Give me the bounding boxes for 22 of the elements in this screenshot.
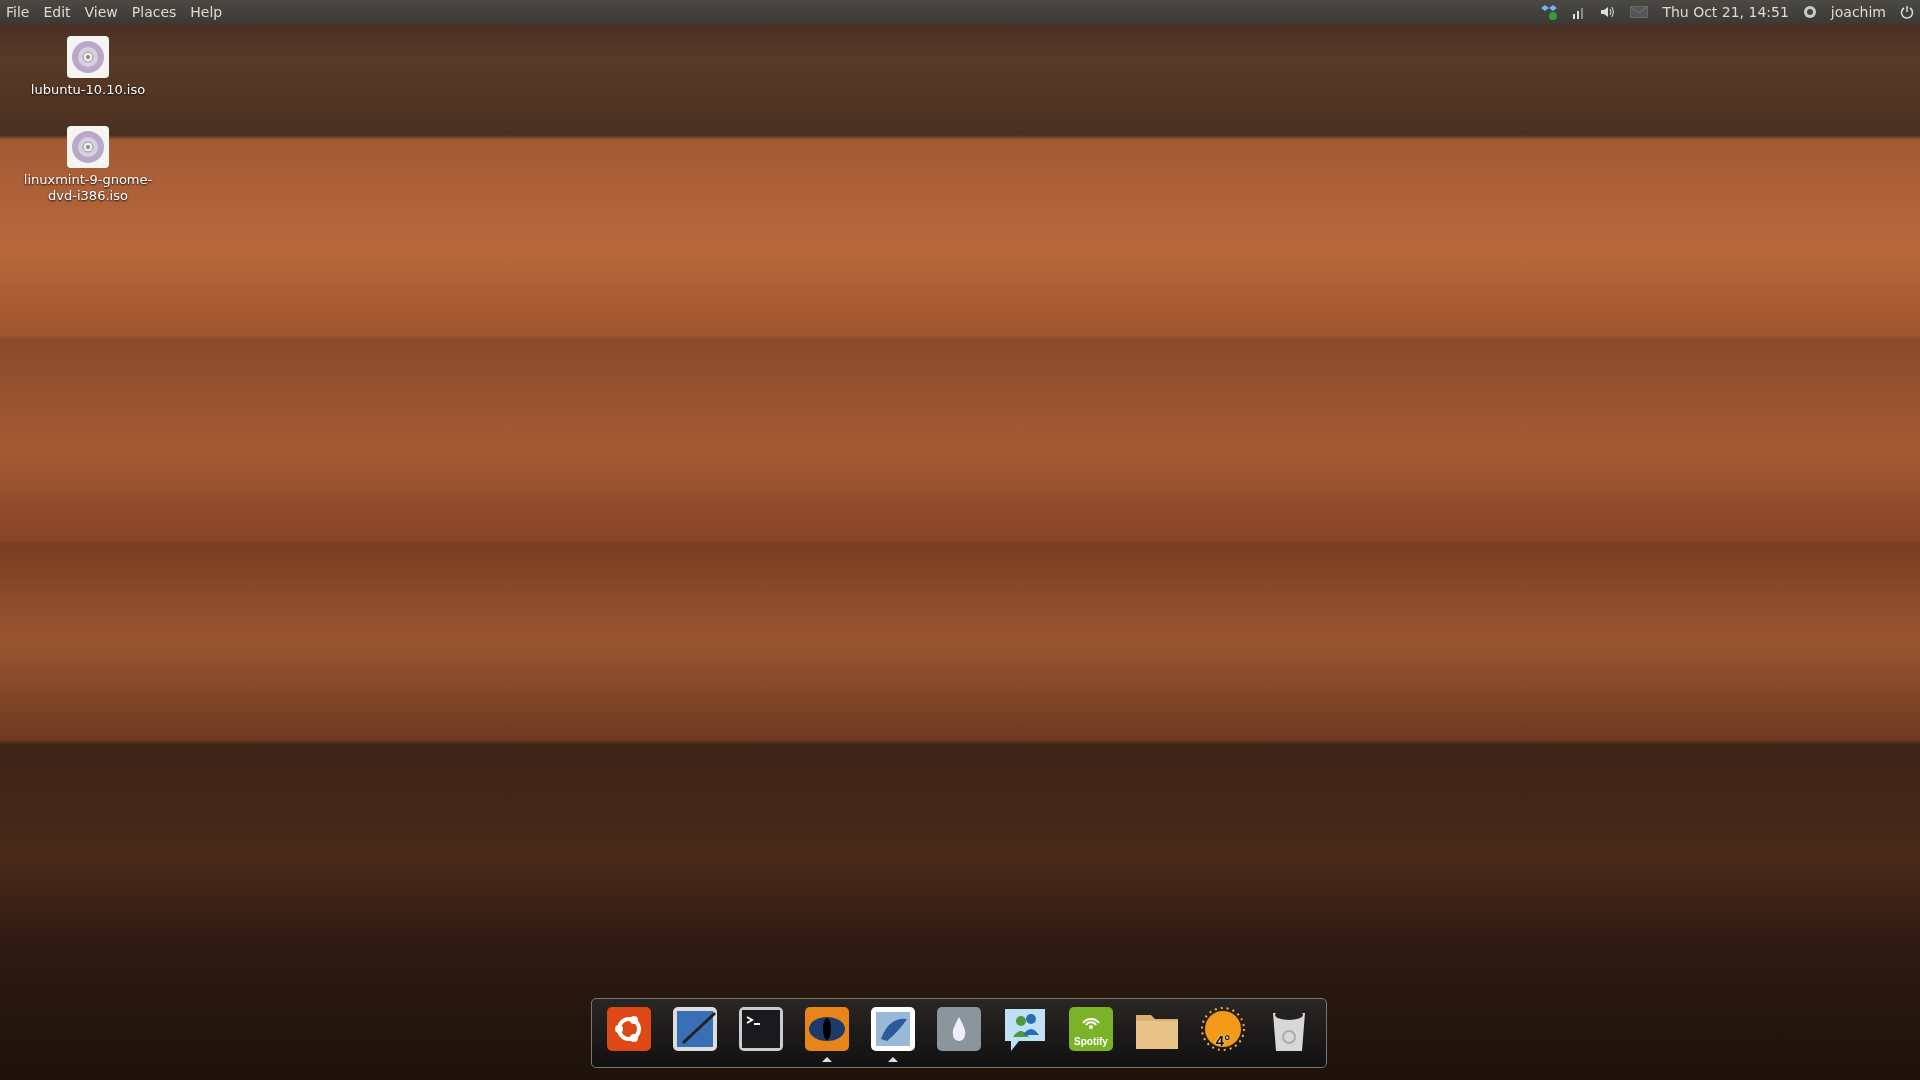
user-name[interactable]: joachim (1830, 4, 1886, 20)
desktop-launcher[interactable] (671, 1005, 719, 1053)
eye-launcher[interactable] (803, 1005, 851, 1053)
cd-icon (71, 40, 105, 74)
disc-image-tile[interactable] (67, 36, 109, 78)
clock[interactable]: Thu Oct 21, 14:51 (1662, 4, 1789, 20)
disc-image-tile[interactable] (67, 126, 109, 168)
file-label: linuxmint-9-gnome-dvd-i386.iso (23, 172, 153, 204)
speaker-icon[interactable] (1600, 5, 1617, 19)
menu-item[interactable]: Places (131, 4, 177, 20)
terminal-launcher[interactable] (737, 1005, 785, 1053)
running-indicator (888, 1057, 898, 1062)
menu-item[interactable]: File (6, 4, 30, 20)
menu-item[interactable]: View (84, 4, 118, 20)
running-indicator (822, 1057, 832, 1062)
menu-item[interactable]: Help (190, 4, 223, 20)
cd-icon (71, 130, 105, 164)
weather-launcher[interactable]: 4° (1199, 1005, 1247, 1053)
menu-item[interactable]: Edit (43, 4, 71, 20)
power-icon[interactable] (1900, 5, 1914, 19)
file-label: lubuntu-10.10.iso (29, 82, 147, 98)
drop-launcher[interactable] (935, 1005, 983, 1053)
